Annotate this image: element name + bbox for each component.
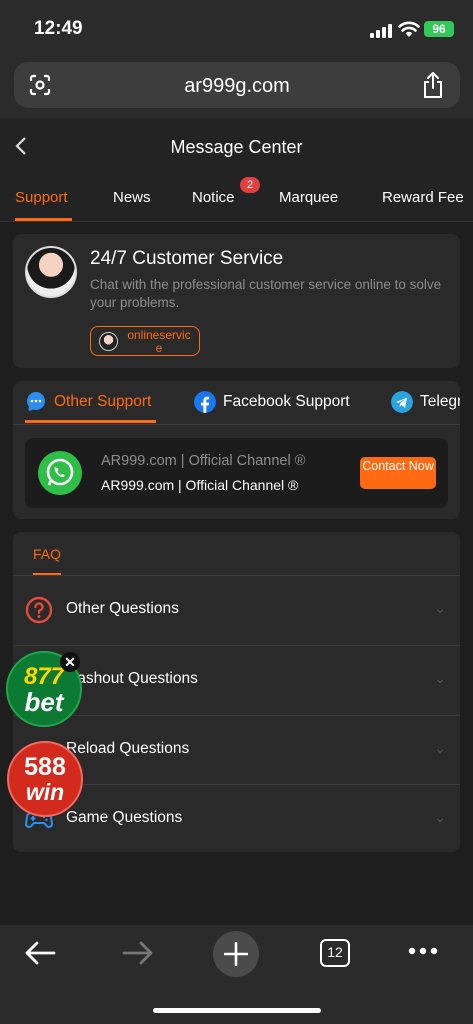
- home-indicator: [153, 1008, 321, 1013]
- customer-service-card: 24/7 Customer Service Chat with the prof…: [13, 234, 460, 368]
- faq-title: FAQ: [33, 546, 62, 562]
- ad-588win[interactable]: 588 win: [7, 741, 83, 817]
- notice-badge: 2: [240, 177, 260, 193]
- tab-notice[interactable]: Notice: [192, 189, 235, 206]
- new-tab-button[interactable]: [213, 931, 259, 977]
- tab-support[interactable]: Support: [15, 189, 68, 206]
- page-title: Message Center: [170, 137, 303, 157]
- chevron-down-icon: ⌄: [434, 670, 446, 686]
- faq-question-label: Other Questions: [66, 600, 179, 617]
- avatar: [25, 246, 77, 298]
- tab-facebook-support[interactable]: Facebook Support: [223, 393, 350, 411]
- status-time: 12:49: [34, 18, 83, 39]
- online-service-label: onlineservice: [127, 328, 191, 355]
- divider: [13, 424, 460, 425]
- tab-reward-fee[interactable]: Reward Fee: [382, 189, 464, 206]
- cs-title: 24/7 Customer Service: [90, 248, 284, 269]
- browser-toolbar: 12: [0, 925, 473, 1024]
- facebook-icon: [194, 391, 216, 413]
- battery-icon: 96: [424, 21, 454, 37]
- online-service-button[interactable]: onlineservice: [90, 326, 200, 356]
- page-header: Message Center: [0, 118, 473, 174]
- message-tabs: Support News Notice Marquee Reward Fee: [0, 174, 473, 222]
- tab-news[interactable]: News: [113, 189, 151, 206]
- address-bar[interactable]: ar999g.com: [14, 62, 460, 108]
- support-tab-indicator: [25, 420, 156, 423]
- back-arrow-icon[interactable]: [24, 940, 56, 966]
- close-icon[interactable]: ✕: [60, 652, 80, 672]
- tab-other-support[interactable]: Other Support: [54, 393, 151, 411]
- tabs-count-button[interactable]: 12: [320, 939, 350, 967]
- tab-marquee[interactable]: Marquee: [279, 189, 338, 206]
- tab-telegram-support[interactable]: Telegr: [420, 393, 460, 411]
- faq-question-label: Game Questions: [66, 809, 183, 826]
- chevron-down-icon: ⌄: [434, 600, 446, 616]
- more-icon[interactable]: [408, 947, 438, 955]
- support-card: Other Support Facebook Support Telegr AR…: [13, 381, 460, 519]
- channel-name: AR999.com | Official Channel ®: [101, 453, 306, 469]
- telegram-icon: [391, 391, 413, 413]
- url-text[interactable]: ar999g.com: [14, 75, 460, 98]
- ad-588win-number: 588: [24, 753, 66, 781]
- faq-question-label: Cashout Questions: [66, 670, 198, 687]
- service-avatar-icon: [99, 332, 118, 351]
- contact-now-button[interactable]: Contact Now: [360, 457, 436, 489]
- ad-877bet-text: bet: [24, 687, 64, 717]
- active-tab-indicator: [15, 218, 72, 221]
- faq-item-other-questions[interactable]: Other Questions ⌄: [13, 576, 460, 645]
- signal-icon: [370, 24, 392, 38]
- share-icon[interactable]: [422, 71, 444, 99]
- forward-arrow-icon[interactable]: [122, 940, 154, 966]
- chat-bubble-icon: [27, 392, 45, 412]
- ad-588win-text: win: [25, 779, 65, 805]
- channel-row: AR999.com | Official Channel ® AR999.com…: [25, 438, 448, 508]
- status-bar: 12:49 96: [0, 0, 473, 58]
- plus-icon: [224, 942, 248, 966]
- wifi-icon: [398, 21, 420, 37]
- whatsapp-icon: [38, 451, 82, 495]
- chevron-down-icon: ⌄: [434, 740, 446, 756]
- browser-address-area: ar999g.com: [0, 58, 473, 118]
- question-icon: [25, 596, 53, 624]
- main-content: 24/7 Customer Service Chat with the prof…: [0, 222, 473, 925]
- cs-description: Chat with the professional customer serv…: [90, 277, 442, 310]
- channel-subname: AR999.com | Official Channel ®: [101, 477, 299, 493]
- faq-question-label: Reload Questions: [66, 740, 190, 757]
- chevron-down-icon: ⌄: [434, 809, 446, 825]
